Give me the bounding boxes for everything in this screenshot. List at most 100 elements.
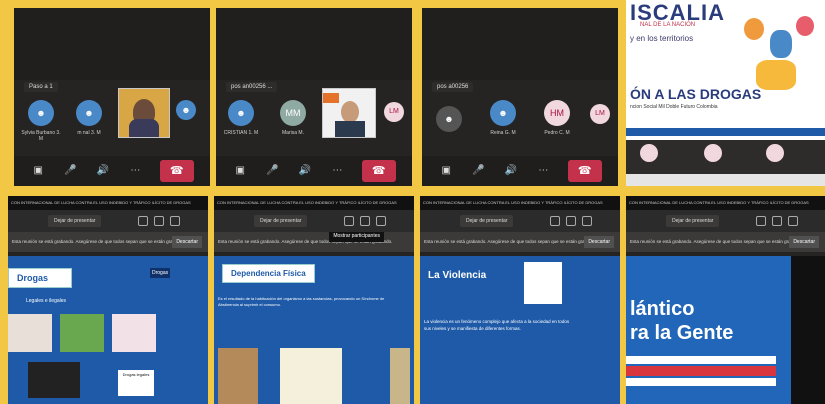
tool-icon[interactable] [376,216,386,226]
hang-up-button[interactable]: ☎ [567,160,602,182]
meeting-chip[interactable]: pos an00256 ... [226,82,278,92]
slide-title: Dependencia Física [222,264,315,283]
tool-icon[interactable] [154,216,164,226]
participant-avatar[interactable]: ☻ [76,100,102,126]
participant-video[interactable] [118,88,170,138]
participant-avatar[interactable]: MM [280,100,306,126]
slide-caption: Drogas legales [118,370,154,396]
tool-icon[interactable] [788,216,798,226]
participant-avatar[interactable]: HM [544,100,570,126]
call-controls: ▣ 🎤 🔊 ⋯ ☎ [422,156,618,186]
participant-avatar[interactable]: ☻ [28,100,54,126]
presentation-toolbar: Dejar de presentar [420,210,620,232]
tool-icon[interactable] [772,216,782,226]
video-call-panel-1: Paso a 1 ☻ Sylvia Burbano 3. M ☻ m nal 3… [14,8,210,186]
more-icon[interactable]: ⋯ [329,165,345,177]
stop-presenting-button[interactable]: Dejar de presentar [460,215,514,227]
participant-name: Sylvia Burbano 3. M [21,130,61,142]
camera-off-icon[interactable]: ▣ [30,165,46,177]
mic-off-icon[interactable]: 🎤 [471,165,487,177]
participant-name: Marisa M. [282,130,304,136]
video-area [422,8,618,80]
video-area [14,8,210,80]
slide-image [390,348,410,404]
video-call-panel-2: pos an00256 ... ☻ CRISTIAN 1. M MM Maris… [216,8,412,186]
speaker-icon[interactable]: 🔊 [503,165,519,177]
presentation-panel-2: CON INTERNACIONAL DE LUCHA CONTRA EL USO… [214,196,414,404]
recording-notice: Esta reunión se está grabando. Asegúrese… [8,232,208,252]
tool-icon[interactable] [582,216,592,226]
banner-caption: ncion Social Mil Doble Futuro Colombia [630,104,718,110]
slide-badge: Drogas [150,268,171,278]
slide-image [28,362,80,398]
meeting-chip[interactable]: Paso a 1 [24,82,58,92]
hang-up-button[interactable]: ☎ [159,160,194,182]
participant-avatar[interactable] [766,144,784,162]
mic-off-icon[interactable]: 🎤 [265,165,281,177]
tool-icon[interactable] [550,216,560,226]
participant-name: Reina G. M [490,130,516,136]
recording-notice-text: Esta reunión se está grabando. Asegúrese… [424,239,599,244]
speaker-icon[interactable]: 🔊 [297,165,313,177]
slide-stripe [626,378,776,386]
participant-avatar[interactable] [704,144,722,162]
stop-presenting-button[interactable]: Dejar de presentar [666,215,720,227]
call-controls: ▣ 🎤 🔊 ⋯ ☎ [216,156,412,186]
participant-avatar[interactable]: LM [590,104,610,124]
speaker-icon[interactable]: 🔊 [95,165,111,177]
participant-avatar[interactable]: ☻ [228,100,254,126]
dismiss-button[interactable]: Descartar [172,236,202,248]
shared-banner-panel: ISCALIA NAL DE LA NACIÓN y en los territ… [626,0,825,186]
participant-avatar[interactable]: LM [384,102,404,122]
hang-up-button[interactable]: ☎ [361,160,396,182]
participant-avatar[interactable]: ☻ [176,100,196,120]
slide-image [280,348,342,404]
slide-body: La violencia es un fenómeno complejo que… [424,319,570,331]
dismiss-button[interactable]: Descartar [789,236,819,248]
banner-text: y en los territorios [630,34,694,43]
mic-off-icon[interactable]: 🎤 [63,165,79,177]
slide-image [112,314,156,352]
slide: Dependencia Física Es el resultado de la… [214,256,414,404]
more-icon[interactable]: ⋯ [535,165,551,177]
banner-subtitle: NAL DE LA NACIÓN [640,22,696,28]
participant-avatar[interactable]: ☻ [436,106,462,132]
slide-image [524,262,562,304]
tool-icon[interactable] [138,216,148,226]
camera-off-icon[interactable]: ▣ [438,165,454,177]
participant-name: CRISTIAN 1. M [223,130,259,136]
stop-presenting-button[interactable]: Dejar de presentar [48,215,102,227]
recording-notice: Esta reunión se está grabando. Asegúrese… [420,232,620,252]
stop-presenting-button[interactable]: Dejar de presentar [254,215,308,227]
slide: Drogas Legales e ilegales Drogas Drogas … [8,256,208,404]
meeting-chip[interactable]: pos a00256 [432,82,474,92]
tool-icon[interactable] [566,216,576,226]
recording-notice-text: Esta reunión se está grabando. Asegúrese… [12,239,187,244]
recording-notice: Esta reunión se está grabando. Asegúrese… [626,232,825,252]
camera-off-icon[interactable]: ▣ [232,165,248,177]
slide-title-line2: ra la Gente [630,322,734,344]
participant-name: m nal 3. M [77,130,101,136]
slide-stripe [626,356,776,364]
dismiss-button[interactable]: Descartar [584,236,614,248]
presentation-panel-1: CON INTERNACIONAL DE LUCHA CONTRA EL USO… [8,196,208,404]
slide-title: Drogas [8,268,72,288]
presentation-toolbar: Dejar de presentar [214,210,414,232]
recording-notice: Esta reunión se está grabando. Asegúrese… [214,232,414,252]
tool-icon[interactable] [756,216,766,226]
banner-stripe [626,128,825,136]
presentation-header: CON INTERNACIONAL DE LUCHA CONTRA EL USO… [8,196,208,210]
video-area [216,8,412,80]
side-strip [791,256,825,404]
participants-tooltip[interactable]: Mostrar participantes [329,232,384,242]
tool-icon[interactable] [360,216,370,226]
presentation-toolbar: Dejar de presentar [626,210,825,232]
participant-video[interactable] [322,88,376,138]
more-icon[interactable]: ⋯ [127,165,143,177]
slide: lántico ra la Gente [626,256,825,404]
video-call-panel-3: pos a00256 ☻ ☻ Reina G. M HM Pedro C. M … [422,8,618,186]
participant-avatar[interactable] [640,144,658,162]
tool-icon[interactable] [170,216,180,226]
participant-avatar[interactable]: ☻ [490,100,516,126]
tool-icon[interactable] [344,216,354,226]
